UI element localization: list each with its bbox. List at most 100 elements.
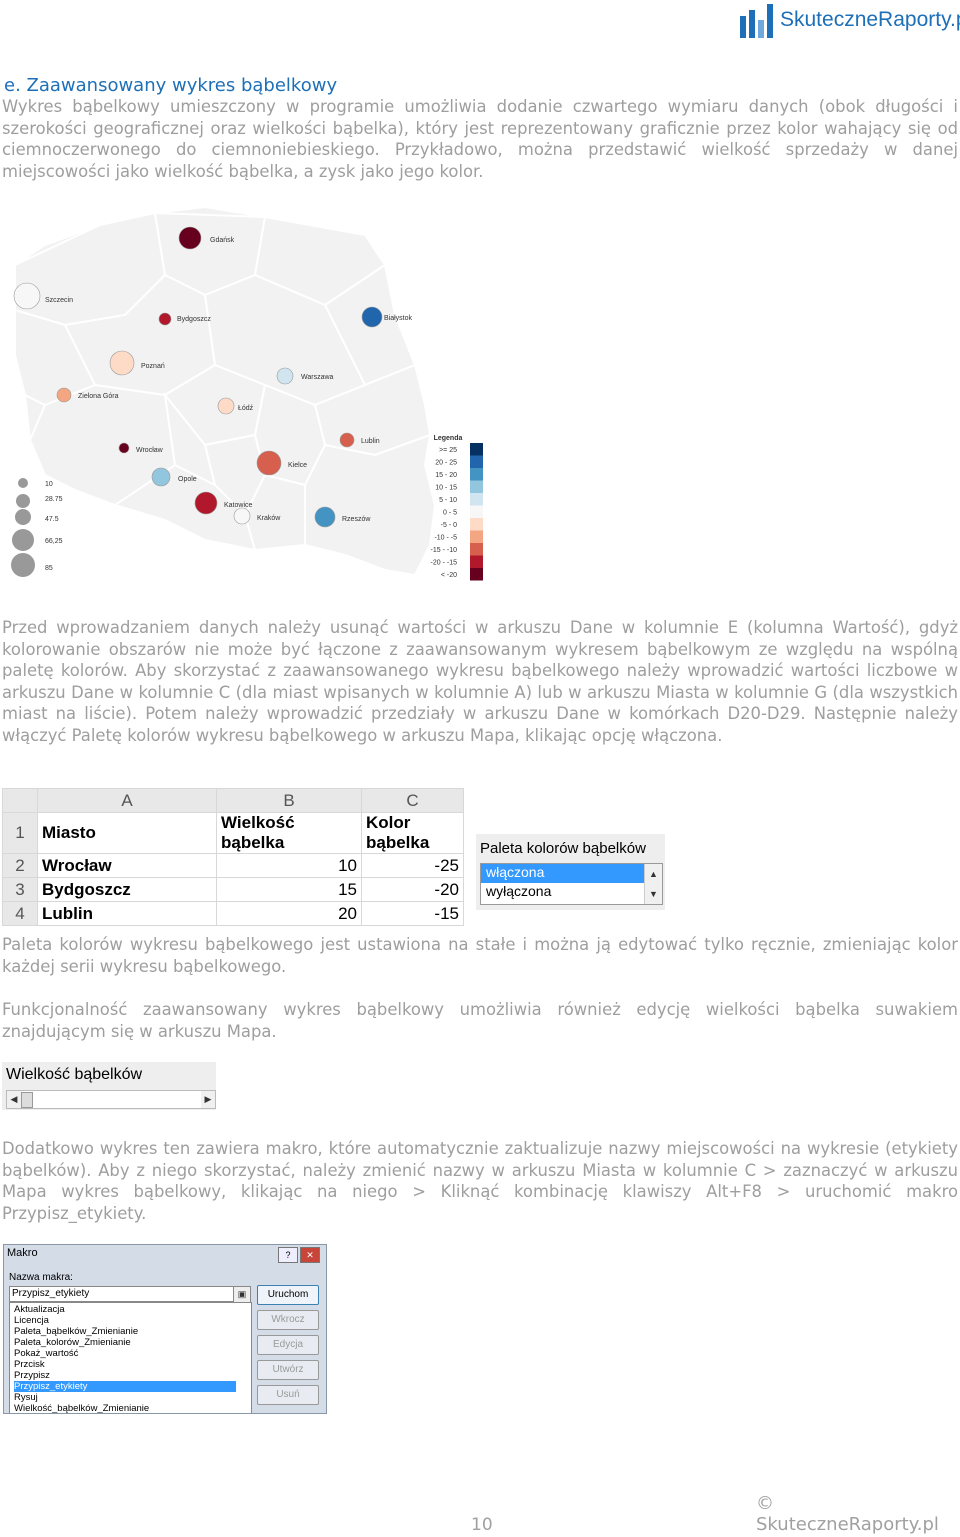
city-bubble[interactable]	[276, 367, 294, 385]
size-cell[interactable]: 10	[216, 853, 362, 878]
arrow-left-icon[interactable]: ◀	[7, 1091, 21, 1108]
macro-list-item[interactable]: Licencja	[14, 1315, 236, 1326]
column-header-a[interactable]: A	[37, 788, 217, 813]
bar-chart-logo-icon	[740, 4, 773, 38]
city-bubble[interactable]	[361, 306, 383, 328]
legend-range-label: 10 - 15	[435, 485, 457, 492]
header-cell[interactable]: Wielkość bąbelka	[216, 812, 362, 854]
row-number[interactable]: 1	[2, 812, 38, 854]
city-bubble[interactable]	[118, 442, 130, 454]
scroll-up-icon[interactable]: ▲	[645, 864, 662, 884]
close-icon[interactable]: ✕	[300, 1247, 320, 1263]
city-bubble[interactable]	[109, 350, 135, 376]
city-bubble[interactable]	[194, 491, 218, 515]
create-button[interactable]: Utwórz	[257, 1360, 319, 1380]
size-legend-label: 28.75	[45, 496, 63, 503]
city-bubble[interactable]	[13, 282, 41, 310]
macro-list-item[interactable]: Pokaż_wartość	[14, 1348, 236, 1359]
macro-list-item[interactable]: Rysuj	[14, 1392, 236, 1403]
legend-swatch	[470, 468, 483, 481]
legend-swatch	[470, 543, 483, 556]
city-cell[interactable]: Wrocław	[37, 853, 217, 878]
row-number[interactable]: 4	[2, 901, 38, 926]
legend-swatch	[470, 505, 483, 518]
step-into-button[interactable]: Wkrocz	[257, 1310, 319, 1330]
city-label: Bydgoszcz	[177, 316, 211, 323]
scroll-down-icon[interactable]: ▼	[645, 884, 662, 904]
macro-list-item[interactable]: Aktualizacja	[14, 1304, 236, 1315]
run-button[interactable]: Uruchom	[257, 1285, 319, 1305]
palette-title: Paleta kolorów bąbelków	[480, 840, 646, 857]
collapse-dialog-icon[interactable]: ▣	[233, 1286, 251, 1303]
city-bubble[interactable]	[233, 507, 251, 525]
poland-map-chart: Gdańsk Szczecin Bydgoszcz Białystok Poznań Wa…	[11, 205, 483, 581]
legend-swatch	[470, 568, 483, 581]
city-bubble[interactable]	[339, 432, 355, 448]
corner-cell[interactable]	[2, 788, 38, 813]
legend-swatch	[470, 555, 483, 568]
city-label: Kraków	[257, 515, 281, 522]
logo-text: SkuteczneRaporty.pl	[780, 8, 960, 31]
column-header-c[interactable]: C	[361, 788, 464, 813]
city-bubble[interactable]	[178, 226, 202, 250]
legend-range-label: 0 - 5	[443, 510, 457, 517]
paragraph-intro: Wykres bąbelkowy umieszczony w programie…	[2, 97, 958, 181]
city-bubble[interactable]	[158, 312, 172, 326]
palette-option-on[interactable]: włączona	[481, 864, 648, 883]
help-icon[interactable]: ?	[278, 1247, 298, 1263]
palette-listbox[interactable]: włączona wyłączona ▲ ▼	[480, 863, 663, 905]
macro-list-item-selected[interactable]: Przypisz_etykiety	[14, 1381, 236, 1392]
macro-list-item[interactable]: Paleta_bąbelków_Zmienianie	[14, 1326, 236, 1337]
legend-swatch	[470, 518, 483, 531]
edit-button[interactable]: Edycja	[257, 1335, 319, 1355]
city-label: Szczecin	[45, 297, 73, 304]
legend-range-label: 5 - 10	[439, 497, 457, 504]
color-cell[interactable]: -15	[361, 901, 464, 926]
city-bubble[interactable]	[314, 506, 336, 528]
page-number: 10	[471, 1515, 493, 1535]
city-label: Kielce	[288, 462, 307, 469]
city-bubble[interactable]	[256, 450, 282, 476]
city-label: Rzeszów	[342, 516, 371, 523]
city-label: Białystok	[384, 315, 413, 322]
city-bubble[interactable]	[151, 467, 171, 487]
city-cell[interactable]: Lublin	[37, 901, 217, 926]
paragraph-palette: Paleta kolorów wykresu bąbelkowego jest …	[2, 935, 958, 976]
city-label: Łódź	[238, 405, 254, 412]
city-bubble[interactable]	[56, 387, 72, 403]
macro-list-item[interactable]: Paleta_kolorów_Zmienianie	[14, 1337, 236, 1348]
delete-button[interactable]: Usuń	[257, 1385, 319, 1405]
palette-option-off[interactable]: wyłączona	[481, 883, 648, 902]
arrow-right-icon[interactable]: ▶	[201, 1091, 215, 1108]
city-label: Lublin	[361, 438, 380, 445]
city-cell[interactable]: Bydgoszcz	[37, 877, 217, 902]
size-legend-bubble	[15, 509, 31, 525]
bubble-size-control: Wielkość bąbelków ◀ ▶	[2, 1062, 216, 1110]
slider-title: Wielkość bąbelków	[6, 1066, 143, 1083]
size-legend-bubble	[18, 478, 28, 488]
macro-list-item[interactable]: Przcisk	[14, 1359, 236, 1370]
header-cell[interactable]: Kolor bąbelka	[361, 812, 464, 854]
slider-thumb[interactable]	[21, 1092, 33, 1108]
legend-title: Legenda	[434, 435, 463, 442]
macro-list-item[interactable]: Wielkość_bąbelków_Zmienianie	[14, 1403, 236, 1413]
column-header-b[interactable]: B	[216, 788, 362, 813]
size-legend-bubble	[16, 494, 30, 508]
macro-list-item[interactable]: Przypisz	[14, 1370, 236, 1381]
macro-name-input[interactable]: Przypisz_etykiety	[9, 1286, 235, 1302]
size-legend-label: 66,25	[45, 538, 63, 545]
listbox-scrollbar[interactable]: ▲ ▼	[644, 864, 662, 904]
color-cell[interactable]: -25	[361, 853, 464, 878]
size-cell[interactable]: 20	[216, 901, 362, 926]
spreadsheet-excerpt: A B C 1 Miasto Wielkość bąbelka Kolor bą…	[2, 788, 464, 926]
row-number[interactable]: 2	[2, 853, 38, 878]
macro-list[interactable]: Aktualizacja Licencja Paleta_bąbelków_Zm…	[9, 1302, 252, 1413]
header-cell[interactable]: Miasto	[37, 812, 217, 854]
size-cell[interactable]: 15	[216, 877, 362, 902]
legend-swatch	[470, 443, 483, 456]
row-number[interactable]: 3	[2, 877, 38, 902]
city-bubble[interactable]	[217, 397, 235, 415]
region-shape	[304, 433, 437, 577]
color-cell[interactable]: -20	[361, 877, 464, 902]
bubble-size-slider[interactable]: ◀ ▶	[6, 1090, 216, 1109]
